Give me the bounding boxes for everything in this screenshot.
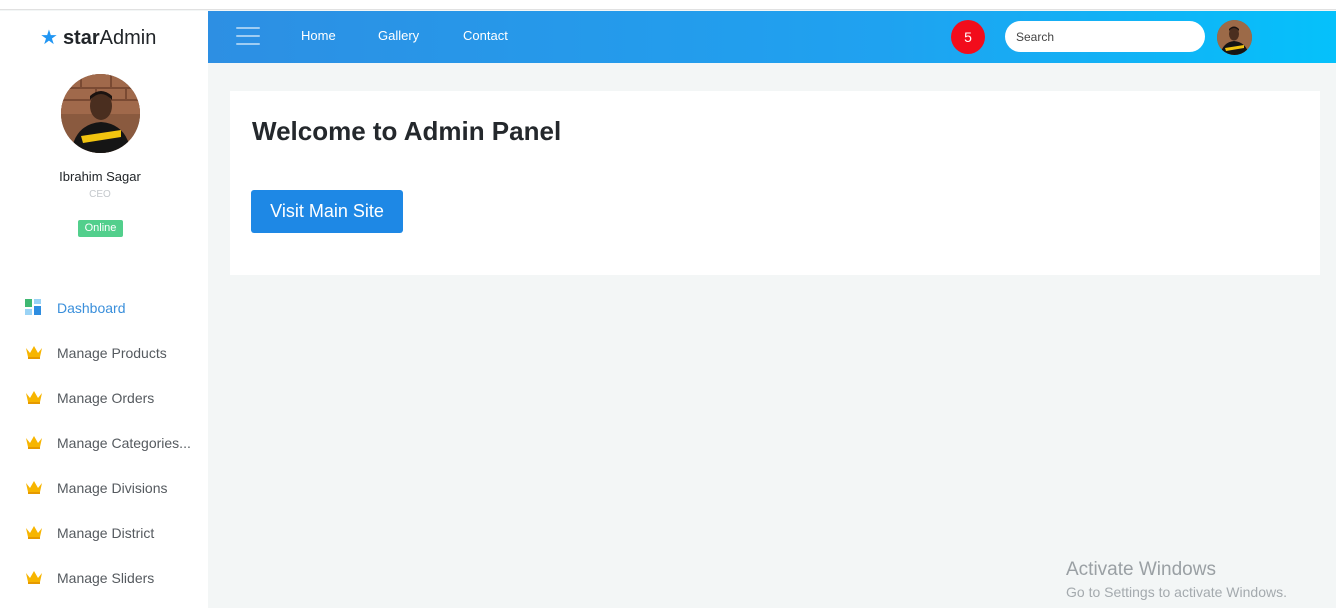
- star-icon: ★: [40, 27, 58, 49]
- nav-link-contact[interactable]: Contact: [463, 28, 508, 43]
- nav-link-gallery[interactable]: Gallery: [378, 28, 419, 43]
- status-badge: Online: [78, 220, 123, 237]
- menu-toggle-icon[interactable]: [236, 27, 260, 47]
- sidebar-item-manage-categories[interactable]: Manage Categories...: [0, 422, 208, 462]
- crown-icon: [26, 481, 42, 494]
- sidebar-item-dashboard[interactable]: Dashboard: [0, 287, 208, 327]
- page-title: Welcome to Admin Panel: [252, 116, 562, 146]
- sidebar-item-manage-divisions[interactable]: Manage Divisions: [0, 467, 208, 507]
- welcome-card: Welcome to Admin Panel Visit Main Site: [230, 91, 1320, 275]
- crown-icon: [26, 526, 42, 539]
- nav-link-home[interactable]: Home: [301, 28, 336, 43]
- window-top-edge: [0, 0, 1336, 10]
- activation-watermark-subtitle: Go to Settings to activate Windows.: [1066, 584, 1287, 600]
- top-navbar: Home Gallery Contact 5: [208, 11, 1336, 63]
- visit-main-site-button[interactable]: Visit Main Site: [251, 190, 403, 233]
- sidebar-item-label: Manage District: [57, 525, 155, 541]
- avatar: [61, 74, 140, 153]
- sidebar-item-manage-district[interactable]: Manage District: [0, 512, 208, 552]
- brand-text: starAdmin: [62, 26, 157, 49]
- crown-icon: [26, 346, 42, 359]
- sidebar-item-manage-products[interactable]: Manage Products: [0, 332, 208, 372]
- sidebar-item-manage-orders[interactable]: Manage Orders: [0, 377, 208, 417]
- brand-logo[interactable]: ★ starAdmin: [40, 25, 156, 51]
- sidebar-item-label: Manage Sliders: [57, 570, 155, 586]
- sidebar-item-label: Manage Products: [57, 345, 167, 361]
- sidebar-item-label: Manage Orders: [57, 390, 155, 406]
- activation-watermark-title: Activate Windows: [1066, 559, 1216, 580]
- crown-icon: [26, 436, 42, 449]
- crown-icon: [26, 571, 42, 584]
- user-name: Ibrahim Sagar: [59, 169, 141, 184]
- user-role: CEO: [89, 189, 111, 200]
- sidebar-item-label: Manage Divisions: [57, 480, 168, 496]
- crown-icon: [26, 391, 42, 404]
- notification-badge[interactable]: 5: [951, 20, 985, 54]
- dashboard-icon: [25, 299, 41, 315]
- user-avatar[interactable]: [1217, 20, 1252, 55]
- sidebar-item-label: Dashboard: [57, 300, 126, 316]
- search-input[interactable]: [1005, 21, 1205, 52]
- sidebar-item-manage-sliders[interactable]: Manage Sliders: [0, 557, 208, 597]
- sidebar: ★ starAdmin Ibrahim Sagar CEO Online Das…: [0, 11, 208, 608]
- sidebar-item-label: Manage Categories...: [57, 435, 191, 451]
